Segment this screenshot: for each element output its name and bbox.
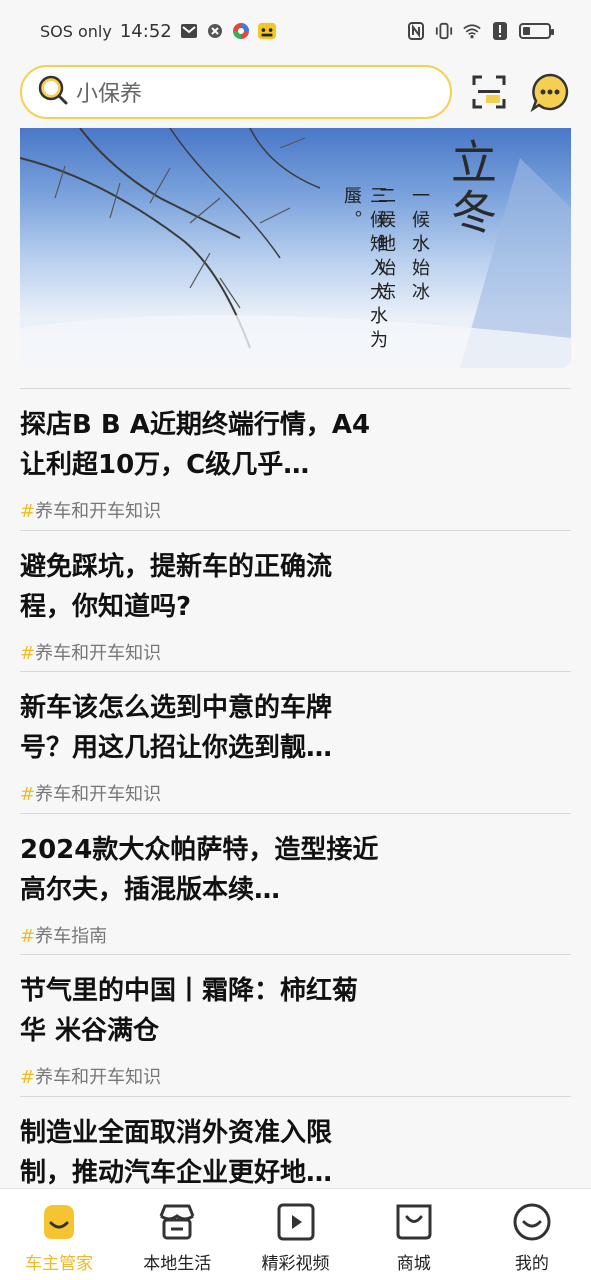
tab-label: 精彩视频	[261, 1254, 330, 1274]
tab-local-life[interactable]: 本地生活	[118, 1189, 236, 1280]
battery-icon	[519, 23, 554, 39]
search-input[interactable]: 小保养	[20, 65, 452, 119]
store-icon	[156, 1201, 198, 1243]
tab-profile[interactable]: 我的	[473, 1189, 591, 1280]
article-item[interactable]: 新车该怎么选到中意的车牌号？用这几招让你选到靓… #养车和开车知识	[20, 671, 571, 813]
search-icon	[38, 75, 68, 109]
video-play-icon	[275, 1201, 317, 1243]
shopping-bag-icon	[393, 1201, 435, 1243]
tab-label: 本地生活	[143, 1254, 212, 1274]
search-placeholder: 小保养	[76, 82, 143, 107]
article-item[interactable]: 2024款大众帕萨特，造型接近高尔夫，插混版本续… #养车指南	[20, 812, 571, 955]
scan-button[interactable]	[472, 75, 506, 109]
mail-icon	[180, 22, 198, 40]
tab-car-owner[interactable]: 车主管家	[0, 1189, 118, 1280]
article-tag: #养车指南	[20, 925, 108, 947]
header: 小保养	[20, 64, 571, 120]
article-title: 制造业全面取消外资准入限制，推动汽车企业更好地…	[20, 1117, 333, 1188]
status-bar: SOS only 14:52	[0, 0, 591, 62]
article-item[interactable]: 避免踩坑，提新车的正确流程，你知道吗? #养车和开车知识	[20, 529, 571, 672]
article-title: 2024款大众帕萨特，造型接近高尔夫，插混版本续…	[20, 834, 379, 905]
tab-label: 商城	[396, 1254, 431, 1274]
banner-solar-term[interactable]: 立冬 一候水始冰 二候地始冻 三候雉入大水为蜃。	[20, 128, 571, 368]
chat-bubble-icon	[530, 73, 569, 113]
article-title: 新车该怎么选到中意的车牌号？用这几招让你选到靓…	[20, 693, 333, 763]
vibrate-icon	[435, 22, 453, 40]
scan-icon	[472, 75, 506, 109]
article-feed: 探店B B A近期终端行情，A4让利超10万，C级几乎… #养车和开车知识 避免…	[20, 388, 571, 1237]
profile-smile-icon	[511, 1201, 553, 1243]
banner-line-1: 一候水始冰	[409, 186, 430, 306]
banner-title: 立冬	[444, 138, 498, 238]
app-face-icon	[257, 22, 276, 40]
article-item[interactable]: 节气里的中国丨霜降：柿红菊华 米谷满仓 #养车和开车知识	[20, 954, 571, 1096]
article-item[interactable]: 探店B B A近期终端行情，A4让利超10万，C级几乎… #养车和开车知识	[20, 388, 571, 530]
clock: 14:52	[119, 20, 172, 42]
wifi-icon	[463, 22, 481, 40]
article-tag: #养车和开车知识	[20, 501, 162, 522]
tab-mall[interactable]: 商城	[355, 1189, 473, 1280]
tab-label: 我的	[514, 1254, 549, 1274]
nfc-icon	[407, 22, 425, 40]
messages-button[interactable]	[530, 72, 570, 113]
bottom-tab-bar: 车主管家 本地生活 精彩视频 商城 我的	[0, 1188, 591, 1280]
alert-icon	[491, 22, 509, 40]
network-status: SOS only	[40, 21, 112, 41]
article-title: 节气里的中国丨霜降：柿红菊华 米谷满仓	[20, 976, 359, 1046]
article-title: 探店B B A近期终端行情，A4让利超10万，C级几乎…	[20, 410, 371, 480]
car-owner-icon	[38, 1201, 80, 1243]
article-tag: #养车和开车知识	[20, 784, 162, 805]
blocked-icon	[206, 22, 224, 40]
tab-label: 车主管家	[25, 1254, 94, 1274]
banner-line-3: 三候雉入大水为蜃。	[341, 186, 388, 354]
app-color-icon	[232, 22, 250, 40]
article-tag: #养车和开车知识	[20, 642, 162, 664]
article-title: 避免踩坑，提新车的正确流程，你知道吗?	[20, 551, 333, 622]
tab-videos[interactable]: 精彩视频	[236, 1189, 354, 1280]
article-tag: #养车和开车知识	[20, 1067, 162, 1088]
